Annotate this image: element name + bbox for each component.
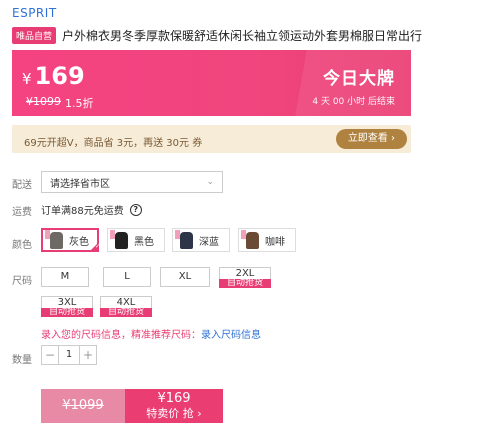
shipping-label: 运费 [12, 207, 32, 218]
buy-action-label: 特卖价 抢 › [146, 407, 202, 420]
quantity-minus-button[interactable]: − [42, 346, 58, 364]
price-sub: ¥1099 1.5折 [26, 95, 94, 111]
size-label: 尺码 [12, 276, 32, 287]
color-name: 黑色 [134, 236, 154, 248]
enter-size-link[interactable]: 录入尺码信息 [201, 330, 261, 341]
shipping-info: 订单满88元免运费 ? [41, 202, 142, 217]
auto-grab-tag: 自动抢货 [41, 308, 93, 317]
chevron-down-icon: ⌄ [206, 177, 214, 187]
price-value: 169 [34, 62, 85, 90]
region-placeholder: 请选择省市区 [50, 178, 110, 190]
color-option-coffee[interactable]: 咖啡 [238, 228, 296, 252]
current-price: ¥ 169 [22, 62, 85, 90]
size-option-3xl[interactable]: 3XL 自动抢货 [41, 296, 93, 317]
region-select[interactable]: 请选择省市区 ⌄ [41, 171, 223, 193]
product-title: 户外棉衣男冬季厚款保暖舒适休闲长袖立领运动外套男棉服日常出行 [62, 29, 423, 43]
coupon-bar: 69元开超V，商品省 3元，再送 30元 券 立即查看 › [12, 125, 411, 153]
original-price: ¥1099 [26, 95, 61, 108]
size-option-l[interactable]: L [103, 267, 151, 287]
quantity-label: 数量 [12, 355, 32, 366]
buy-price: ¥169 [157, 391, 191, 406]
color-name: 灰色 [69, 236, 89, 248]
delivery-label: 配送 [12, 180, 32, 191]
color-label: 颜色 [12, 240, 32, 251]
promo-title: 今日大牌 [323, 69, 395, 89]
buy-original-price: ¥1099 [62, 398, 104, 413]
auto-grab-tag: 自动抢货 [100, 308, 152, 317]
size-name: L [124, 271, 130, 282]
size-option-xl[interactable]: XL [160, 267, 210, 287]
size-option-2xl[interactable]: 2XL 自动抢货 [219, 267, 271, 288]
color-option-black[interactable]: 黑色 [107, 228, 165, 252]
self-operated-badge: 唯品自营 [12, 27, 57, 44]
size-hint: 录入您的尺码信息，精准推荐尺码：录入尺码信息 [41, 326, 261, 341]
size-hint-text: 录入您的尺码信息，精准推荐尺码： [41, 330, 201, 341]
view-coupon-button[interactable]: 立即查看 › [335, 129, 407, 149]
brand-link[interactable]: ESPRIT [12, 6, 57, 20]
quantity-input[interactable]: 1 [58, 346, 80, 364]
color-swatch-gray [45, 230, 65, 250]
color-swatch-black [110, 230, 130, 250]
quantity-stepper: − 1 + [41, 345, 97, 365]
color-option-gray[interactable]: 灰色 [41, 228, 100, 252]
color-swatch-navy [175, 230, 195, 250]
size-option-4xl[interactable]: 4XL 自动抢货 [100, 296, 152, 317]
auto-grab-tag: 自动抢货 [219, 279, 271, 288]
countdown-timer: 4 天 00 小时 后结束 [312, 97, 395, 107]
size-name: M [60, 271, 70, 282]
help-icon[interactable]: ? [129, 203, 142, 216]
quantity-plus-button[interactable]: + [80, 346, 96, 364]
color-name: 深蓝 [199, 236, 219, 248]
original-price-button: ¥1099 [41, 389, 125, 423]
size-name: XL [178, 271, 192, 282]
discount-label: 1.5折 [65, 97, 94, 110]
currency-symbol: ¥ [22, 70, 32, 88]
price-banner: ¥ 169 ¥1099 1.5折 今日大牌 4 天 00 小时 后结束 [12, 50, 411, 116]
selected-check-icon [89, 242, 100, 252]
shipping-text: 订单满88元免运费 [41, 206, 124, 217]
size-option-m[interactable]: M [41, 267, 89, 287]
product-title-row: 唯品自营 户外棉衣男冬季厚款保暖舒适休闲长袖立领运动外套男棉服日常出行 [12, 27, 492, 44]
color-option-navy[interactable]: 深蓝 [172, 228, 230, 252]
buy-now-button[interactable]: ¥169 特卖价 抢 › [125, 389, 223, 423]
color-name: 咖啡 [265, 236, 285, 248]
coupon-text: 69元开超V，商品省 3元，再送 30元 券 [24, 138, 203, 149]
color-swatch-coffee [241, 230, 261, 250]
